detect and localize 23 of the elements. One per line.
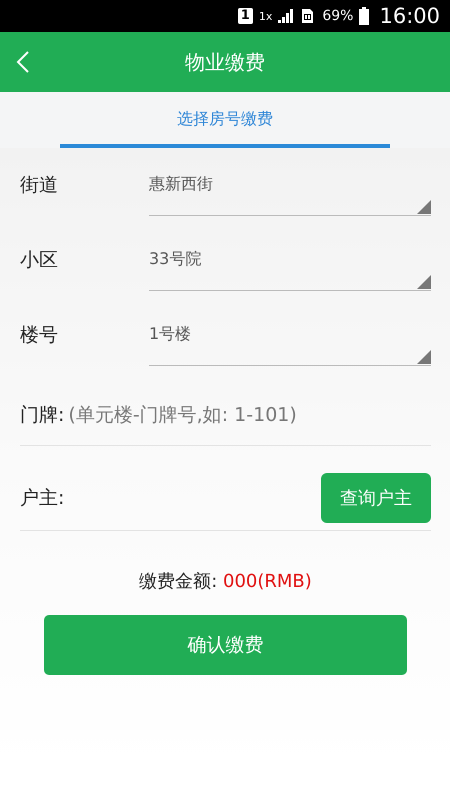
battery-percent: 69% xyxy=(322,8,354,24)
battery-icon xyxy=(359,7,370,25)
dropdown-triangle-icon xyxy=(417,275,431,289)
tab[interactable]: 选择房号缴费 xyxy=(60,92,390,148)
dropdown-field[interactable]: 33号院 xyxy=(149,237,431,291)
sim-slot-badge: 1 xyxy=(238,8,253,24)
field-label: 小区 xyxy=(20,248,59,273)
network-type: 1x xyxy=(258,10,272,22)
amount-label: 缴费金额: xyxy=(139,571,218,592)
amount-value: 000(RMB) xyxy=(223,571,312,592)
field-label: 街道 xyxy=(20,173,59,198)
back-button[interactable] xyxy=(16,50,30,74)
page-title: 物业缴费 xyxy=(185,48,265,76)
dropdown-field[interactable]: 1号楼 xyxy=(149,312,431,366)
dropdown-triangle-icon xyxy=(417,200,431,214)
field-label: 门牌: xyxy=(20,403,64,428)
signal-icon xyxy=(278,9,294,23)
field-label: 楼号 xyxy=(20,323,59,348)
dropdown-triangle-icon xyxy=(417,350,431,364)
door-number-input[interactable]: (单元楼-门牌号,如: 1-101) xyxy=(64,404,431,426)
field-label: 户主: xyxy=(20,486,64,511)
clock: 16:00 xyxy=(379,4,440,28)
dropdown-field[interactable]: 惠新西街 xyxy=(149,162,431,216)
